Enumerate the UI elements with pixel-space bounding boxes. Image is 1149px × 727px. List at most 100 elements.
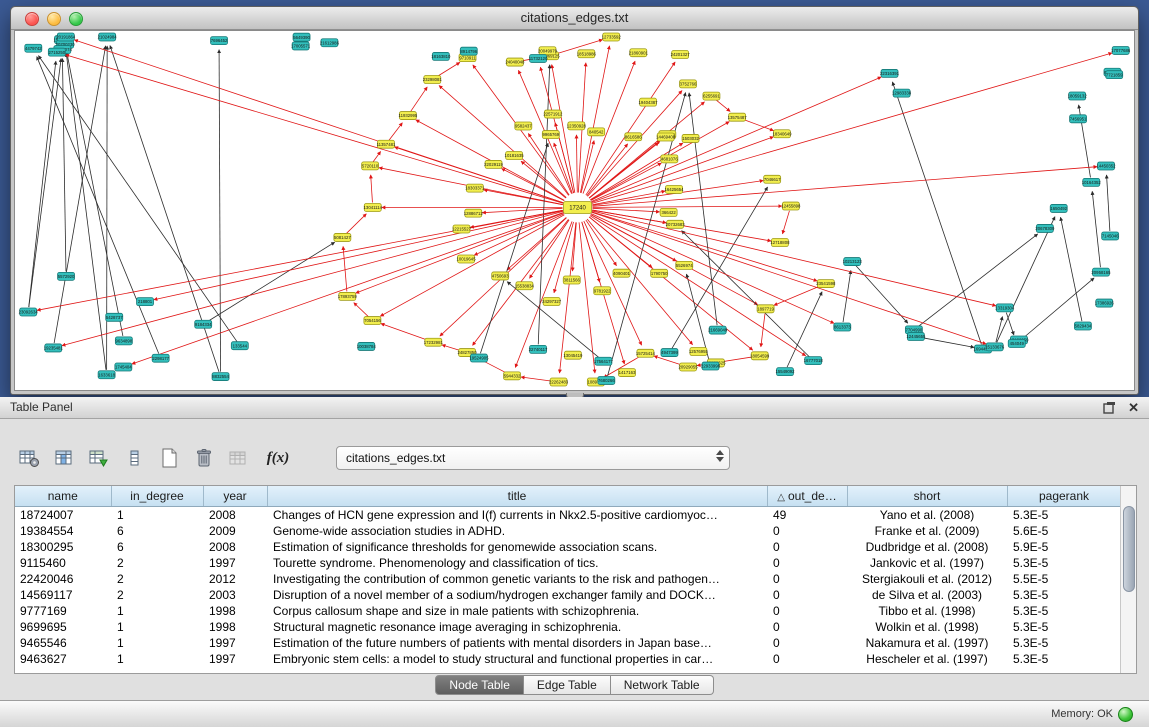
graph-node[interactable]: 19235481 xyxy=(44,344,64,352)
graph-node[interactable]: 4090401 xyxy=(613,269,630,277)
table-cell[interactable]: 9463627 xyxy=(15,651,111,667)
graph-node[interactable]: 4681076 xyxy=(661,155,678,163)
graph-node[interactable]: 13045419 xyxy=(563,351,583,359)
table-cell[interactable]: Wolkin et al. (1998) xyxy=(847,619,1007,635)
table-cell[interactable]: Yano et al. (2008) xyxy=(847,507,1007,524)
graph-node[interactable]: 17232981 xyxy=(424,338,444,346)
table-cell[interactable]: 2009 xyxy=(203,523,267,539)
table-cell[interactable]: 2 xyxy=(111,571,203,587)
graph-node[interactable]: 8616586 xyxy=(625,133,642,141)
graph-node[interactable]: 13041114 xyxy=(364,203,383,211)
table-cell[interactable]: 5.6E-5 xyxy=(1007,523,1121,539)
table-cell[interactable]: 9699695 xyxy=(15,619,111,635)
table-cell[interactable]: 1 xyxy=(111,603,203,619)
table-cell[interactable]: 2 xyxy=(111,555,203,571)
graph-node[interactable]: 22316391 xyxy=(880,69,900,77)
apply-style-icon[interactable] xyxy=(86,446,112,470)
table-cell[interactable]: 0 xyxy=(767,603,847,619)
create-table-icon[interactable] xyxy=(156,446,182,470)
hide-column-icon[interactable] xyxy=(121,446,147,470)
table-cell[interactable]: 6 xyxy=(111,539,203,555)
graph-node[interactable]: 22262483 xyxy=(549,378,569,386)
table-cell[interactable]: 5.3E-5 xyxy=(1007,507,1121,524)
graph-node[interactable]: 6255691 xyxy=(703,92,720,100)
graph-node[interactable]: 5572920 xyxy=(58,272,75,280)
graph-node[interactable]: 23298081 xyxy=(423,76,443,84)
table-row[interactable]: 2242004622012Investigating the contribut… xyxy=(15,571,1121,587)
graph-node[interactable]: 10181635 xyxy=(505,152,525,160)
graph-node[interactable]: 18303371 xyxy=(465,184,485,192)
graph-node[interactable]: 12886712 xyxy=(464,209,484,217)
table-cell[interactable]: Genome-wide association studies in ADHD. xyxy=(267,523,767,539)
graph-node[interactable]: 18163810 xyxy=(431,52,451,60)
graph-node[interactable]: 21612986 xyxy=(320,39,340,47)
table-cell[interactable]: Tourette syndrome. Phenomenology and cla… xyxy=(267,555,767,571)
graph-node[interactable]: 1745404 xyxy=(115,363,132,371)
graph-node[interactable]: 5649390 xyxy=(293,33,310,41)
table-cell[interactable]: 5.3E-5 xyxy=(1007,587,1121,603)
table-cell[interactable]: 1997 xyxy=(203,635,267,651)
column-header-year[interactable]: year xyxy=(203,486,267,507)
graph-node[interactable]: 7696452 xyxy=(211,37,228,45)
graph-node[interactable]: 7054156 xyxy=(364,317,381,325)
graph-node[interactable]: 1897719 xyxy=(757,305,774,313)
table-cell[interactable]: 5.3E-5 xyxy=(1007,555,1121,571)
graph-node[interactable]: 9184334 xyxy=(195,320,212,328)
graph-node[interactable]: 10038784 xyxy=(357,342,377,350)
graph-node[interactable]: 17077686 xyxy=(1111,46,1131,54)
memory-indicator[interactable] xyxy=(1118,707,1133,722)
graph-node[interactable]: 1503032 xyxy=(682,134,699,142)
graph-node[interactable]: 11357481 xyxy=(377,140,396,148)
graph-node[interactable]: 7680266 xyxy=(598,376,615,384)
scrollbar-thumb[interactable] xyxy=(1123,506,1135,592)
graph-node[interactable]: 454049 xyxy=(1008,339,1025,347)
table-cell[interactable]: 1 xyxy=(111,635,203,651)
graph-node[interactable]: 4750693 xyxy=(492,272,509,280)
column-header-title[interactable]: title xyxy=(267,486,767,507)
table-cell[interactable]: 9465546 xyxy=(15,635,111,651)
graph-node[interactable]: 1790750 xyxy=(651,269,668,277)
table-cell[interactable]: 14569117 xyxy=(15,587,111,603)
graph-node[interactable]: 366422 xyxy=(660,208,677,216)
table-selector[interactable]: citations_edges.txt xyxy=(336,446,730,470)
tab-node-table[interactable]: Node Table xyxy=(435,675,524,695)
graph-node[interactable]: 7145046 xyxy=(1102,232,1119,240)
graph-node[interactable]: 12350928 xyxy=(567,122,587,130)
table-cell[interactable]: 0 xyxy=(767,651,847,667)
graph-node[interactable]: 9781922 xyxy=(594,287,611,295)
graph-node[interactable]: 24297327 xyxy=(542,298,562,306)
graph-node[interactable]: 9965769 xyxy=(542,131,559,139)
graph-node[interactable]: 5944332 xyxy=(504,372,521,380)
graph-node[interactable]: 12733592 xyxy=(602,33,622,41)
table-cell[interactable]: 18724007 xyxy=(15,507,111,524)
delete-table-icon[interactable] xyxy=(191,446,217,470)
table-cell[interactable]: 18300295 xyxy=(15,539,111,555)
graph-node[interactable]: 5081427 xyxy=(334,233,351,241)
table-row[interactable]: 911546021997Tourette syndrome. Phenomeno… xyxy=(15,555,1121,571)
table-row[interactable]: 969969511998Structural magnetic resonanc… xyxy=(15,619,1121,635)
graph-node[interactable]: 9582437 xyxy=(515,122,532,130)
graph-node[interactable]: 12455898 xyxy=(781,202,801,210)
window-titlebar[interactable]: citations_edges.txt xyxy=(11,7,1138,30)
table-cell[interactable]: 1 xyxy=(111,651,203,667)
table-cell[interactable]: 0 xyxy=(767,523,847,539)
graph-node[interactable]: 18059132 xyxy=(1068,92,1088,100)
graph-node[interactable]: 17893759 xyxy=(338,292,358,300)
graph-node[interactable]: 2298177 xyxy=(152,354,169,362)
table-cell[interactable]: Hescheler et al. (1997) xyxy=(847,651,1007,667)
tab-edge-table[interactable]: Edge Table xyxy=(524,675,611,695)
graph-node[interactable]: 21860901 xyxy=(629,49,649,57)
graph-node[interactable]: 22740117 xyxy=(529,345,548,353)
graph-node[interactable]: 14450352 xyxy=(1096,162,1116,170)
table-cell[interactable]: 2012 xyxy=(203,571,267,587)
table-row[interactable]: 946554611997Estimation of the future num… xyxy=(15,635,1121,651)
graph-node[interactable]: 133544 xyxy=(231,342,248,350)
graph-node[interactable]: 15725414 xyxy=(636,349,656,357)
graph-node[interactable]: 20732683 xyxy=(666,220,686,228)
import-table-icon[interactable] xyxy=(226,446,252,470)
table-cell[interactable]: 2008 xyxy=(203,539,267,555)
column-header-short[interactable]: short xyxy=(847,486,1007,507)
graph-node[interactable]: 14469408 xyxy=(656,133,676,141)
graph-node[interactable]: 17005571 xyxy=(291,42,311,50)
graph-node[interactable]: 15549092 xyxy=(775,368,795,376)
